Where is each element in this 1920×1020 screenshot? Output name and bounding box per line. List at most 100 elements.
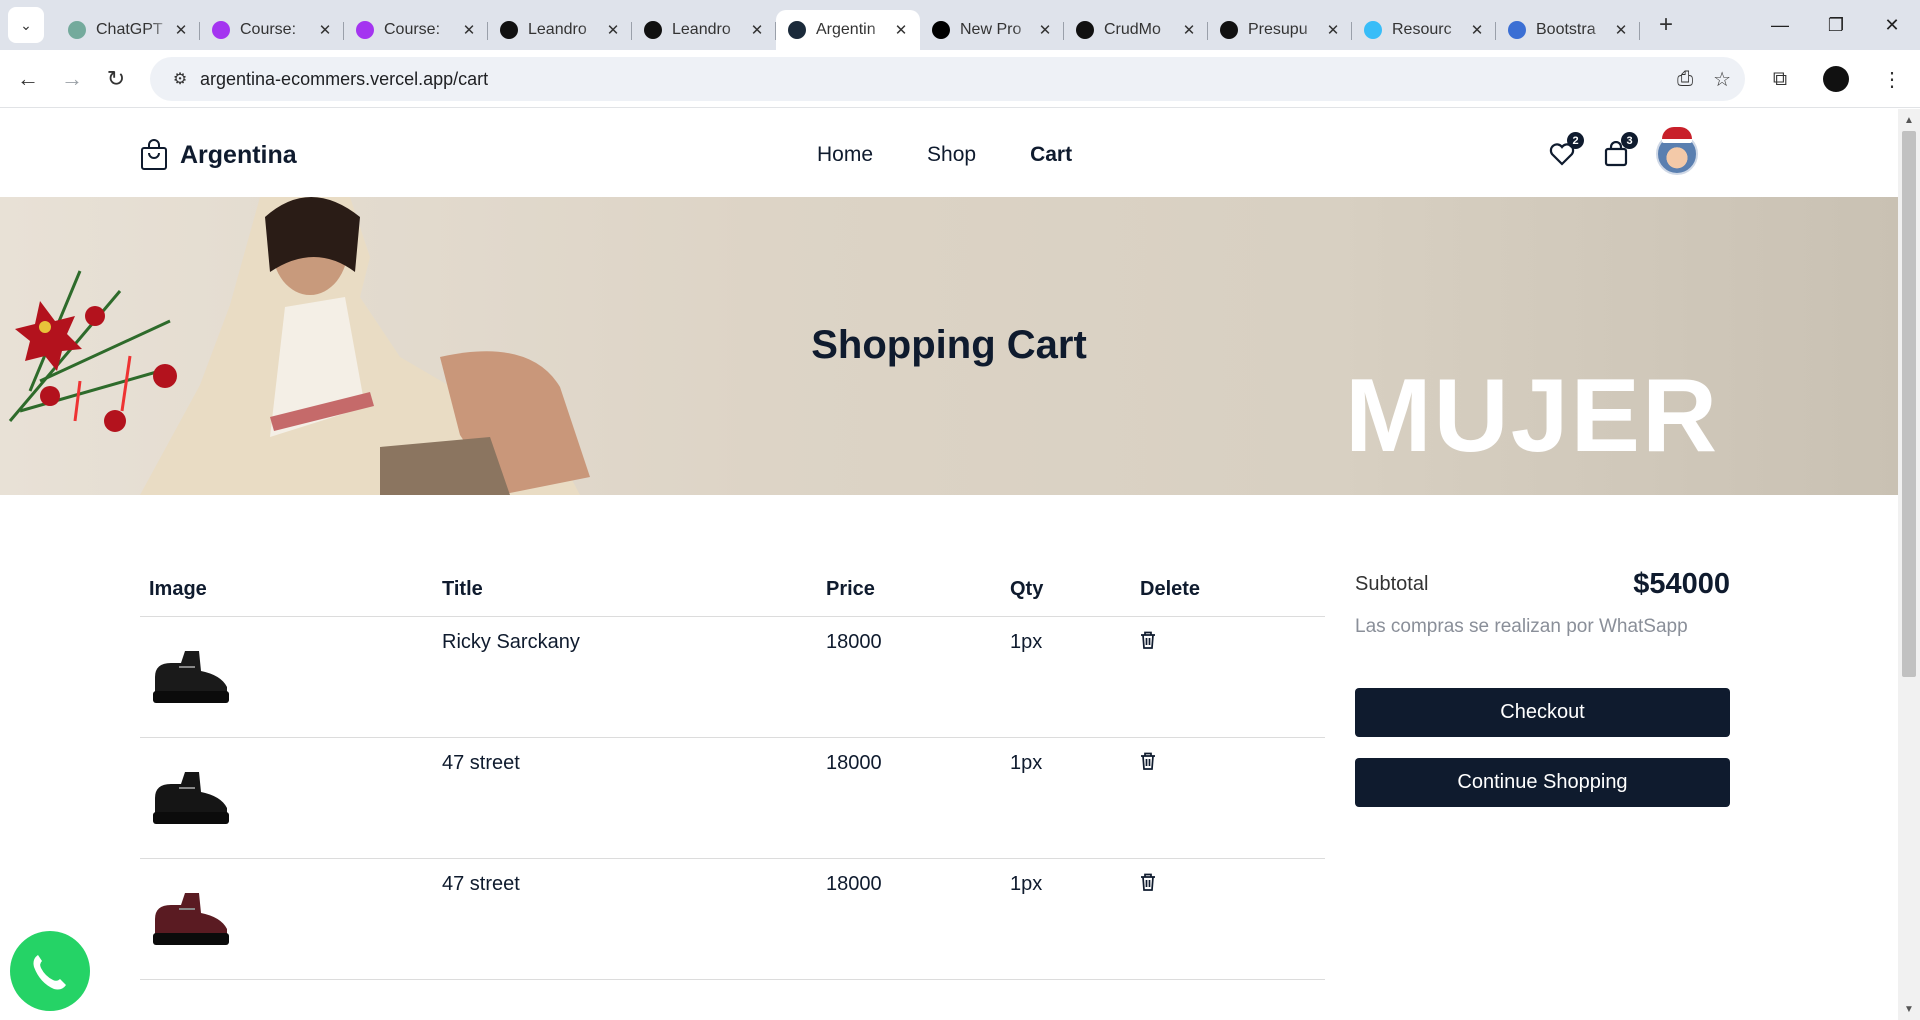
tab-title: Course: — [240, 21, 297, 38]
url-text[interactable]: argentina-ecommers.vercel.app/cart — [200, 69, 488, 90]
user-avatar[interactable] — [1656, 127, 1698, 175]
browser-tab[interactable]: Leandro ✕ — [632, 10, 776, 50]
tab-close-icon[interactable]: ✕ — [1324, 21, 1342, 39]
flag-icon — [1508, 21, 1526, 39]
arrow-right-icon: → — [61, 65, 83, 91]
shoe-image — [153, 650, 229, 703]
reload-icon: ↻ — [106, 65, 126, 91]
nav-link-cart[interactable]: Cart — [1030, 143, 1072, 167]
browser-tab[interactable]: Resourc ✕ — [1352, 10, 1496, 50]
tab-close-icon[interactable]: ✕ — [460, 21, 478, 39]
tab-close-icon[interactable]: ✕ — [604, 21, 622, 39]
chatgpt-icon — [68, 21, 86, 39]
nav-link-shop[interactable]: Shop — [927, 143, 976, 167]
hero-banner: Shopping Cart MUJER — [0, 197, 1898, 495]
browser-tab[interactable]: New Pro ✕ — [920, 10, 1064, 50]
back-button[interactable]: ← — [6, 57, 50, 101]
browser-tab[interactable]: Bootstra ✕ — [1496, 10, 1640, 50]
purchase-note: Las compras se realizan por WhatSapp — [1355, 616, 1688, 637]
brand-logo[interactable]: Argentina — [140, 139, 297, 171]
reload-button[interactable]: ↻ — [94, 57, 138, 101]
scrollbar-thumb[interactable] — [1902, 131, 1916, 677]
wishlist-button[interactable]: 2 — [1548, 132, 1584, 168]
angular-icon — [1076, 21, 1094, 39]
extensions-icon[interactable]: ⧉ — [1752, 57, 1808, 101]
delete-cell — [1131, 858, 1325, 980]
trash-icon[interactable] — [1140, 873, 1156, 891]
browser-tab[interactable]: Course: ✕ — [344, 10, 488, 50]
table-row: Ricky Sarckany 18000 1px — [140, 616, 1325, 738]
product-image-cell — [140, 737, 433, 859]
continue-shopping-button[interactable]: Continue Shopping — [1355, 758, 1730, 807]
tab-close-icon[interactable]: ✕ — [748, 21, 766, 39]
table-row: 47 street 18000 1px — [140, 858, 1325, 980]
tailwind-icon — [1364, 21, 1382, 39]
scroll-down-arrow[interactable]: ▼ — [1898, 1000, 1920, 1018]
tab-title: Leandro — [528, 21, 587, 38]
tab-strip: ChatGPT ✕ Course: ✕ Course: ✕ Leandro ✕ Leandr… — [56, 0, 1640, 50]
subtotal-row: Subtotal $54000 — [1355, 564, 1730, 604]
install-app-icon[interactable]: ⎙ — [1677, 68, 1693, 91]
delete-cell — [1131, 737, 1325, 859]
product-title[interactable]: 47 street — [433, 858, 817, 980]
page-scrollbar[interactable]: ▲ ▼ — [1898, 109, 1920, 1020]
tab-close-icon[interactable]: ✕ — [172, 21, 190, 39]
nav-icons: 2 3 — [1548, 127, 1698, 175]
header-delete: Delete — [1131, 564, 1325, 617]
tab-close-icon[interactable]: ✕ — [892, 21, 910, 39]
tab-separator — [1639, 22, 1640, 40]
tab-search-button[interactable]: ⌄ — [8, 7, 44, 43]
checkout-button[interactable]: Checkout — [1355, 688, 1730, 737]
product-title[interactable]: Ricky Sarckany — [433, 616, 817, 738]
table-row: 47 street 18000 1px — [140, 737, 1325, 859]
delete-cell — [1131, 616, 1325, 738]
restore-button[interactable]: ❐ — [1808, 0, 1864, 50]
scroll-up-arrow[interactable]: ▲ — [1898, 111, 1920, 129]
product-title[interactable]: 47 street — [433, 737, 817, 859]
product-qty: 1px — [1001, 858, 1131, 980]
udemy-icon — [212, 21, 230, 39]
main-menu: Home Shop Cart — [817, 143, 1072, 167]
minimize-button[interactable]: — — [1752, 0, 1808, 50]
forward-button[interactable]: → — [50, 57, 94, 101]
header-title: Title — [433, 564, 817, 617]
wishlist-count-badge: 2 — [1567, 132, 1584, 149]
tab-close-icon[interactable]: ✕ — [1036, 21, 1054, 39]
new-tab-button[interactable]: + — [1650, 9, 1682, 41]
tab-close-icon[interactable]: ✕ — [1180, 21, 1198, 39]
trash-icon[interactable] — [1140, 752, 1156, 770]
site-settings-icon[interactable]: ⚙ — [160, 64, 200, 94]
tab-close-icon[interactable]: ✕ — [316, 21, 334, 39]
vercel-icon — [932, 21, 950, 39]
trash-icon[interactable] — [1140, 631, 1156, 649]
omnibox[interactable]: ⚙ argentina-ecommers.vercel.app/cart ⎙ ☆ — [150, 57, 1745, 101]
browser-tab[interactable]: Leandro ✕ — [488, 10, 632, 50]
cart-button[interactable]: 3 — [1602, 132, 1638, 168]
browser-tab[interactable]: Course: ✕ — [200, 10, 344, 50]
product-image-cell — [140, 858, 433, 980]
whatsapp-button[interactable] — [10, 931, 90, 1011]
profile-avatar[interactable] — [1823, 66, 1849, 92]
tab-close-icon[interactable]: ✕ — [1612, 21, 1630, 39]
product-price: 18000 — [817, 858, 1001, 980]
react-icon — [788, 21, 806, 39]
tab-title: New Pro — [960, 21, 1022, 38]
browser-tab[interactable]: Argentin ✕ — [776, 10, 920, 50]
tab-title: Bootstra — [1536, 21, 1596, 38]
product-image-cell — [140, 616, 433, 738]
address-bar-row: ← → ↻ ⚙ argentina-ecommers.vercel.app/ca… — [0, 50, 1920, 108]
browser-tab[interactable]: CrudMo ✕ — [1064, 10, 1208, 50]
site-navbar: Argentina Home Shop Cart 2 3 — [0, 109, 1898, 197]
shopping-bag-icon — [141, 139, 167, 170]
github-icon — [644, 21, 662, 39]
browser-tab[interactable]: ChatGPT ✕ — [56, 10, 200, 50]
tab-close-icon[interactable]: ✕ — [1468, 21, 1486, 39]
cart-table: Image Title Price Qty Delete Ricky Sarck… — [140, 564, 1325, 980]
medium-icon — [500, 21, 518, 39]
menu-kebab-icon[interactable]: ⋮ — [1864, 57, 1920, 101]
shoe-image — [153, 892, 229, 945]
browser-tab[interactable]: Presupu ✕ — [1208, 10, 1352, 50]
nav-link-home[interactable]: Home — [817, 143, 873, 167]
bookmark-star-icon[interactable]: ☆ — [1713, 67, 1731, 92]
close-window-button[interactable]: ✕ — [1864, 0, 1920, 50]
